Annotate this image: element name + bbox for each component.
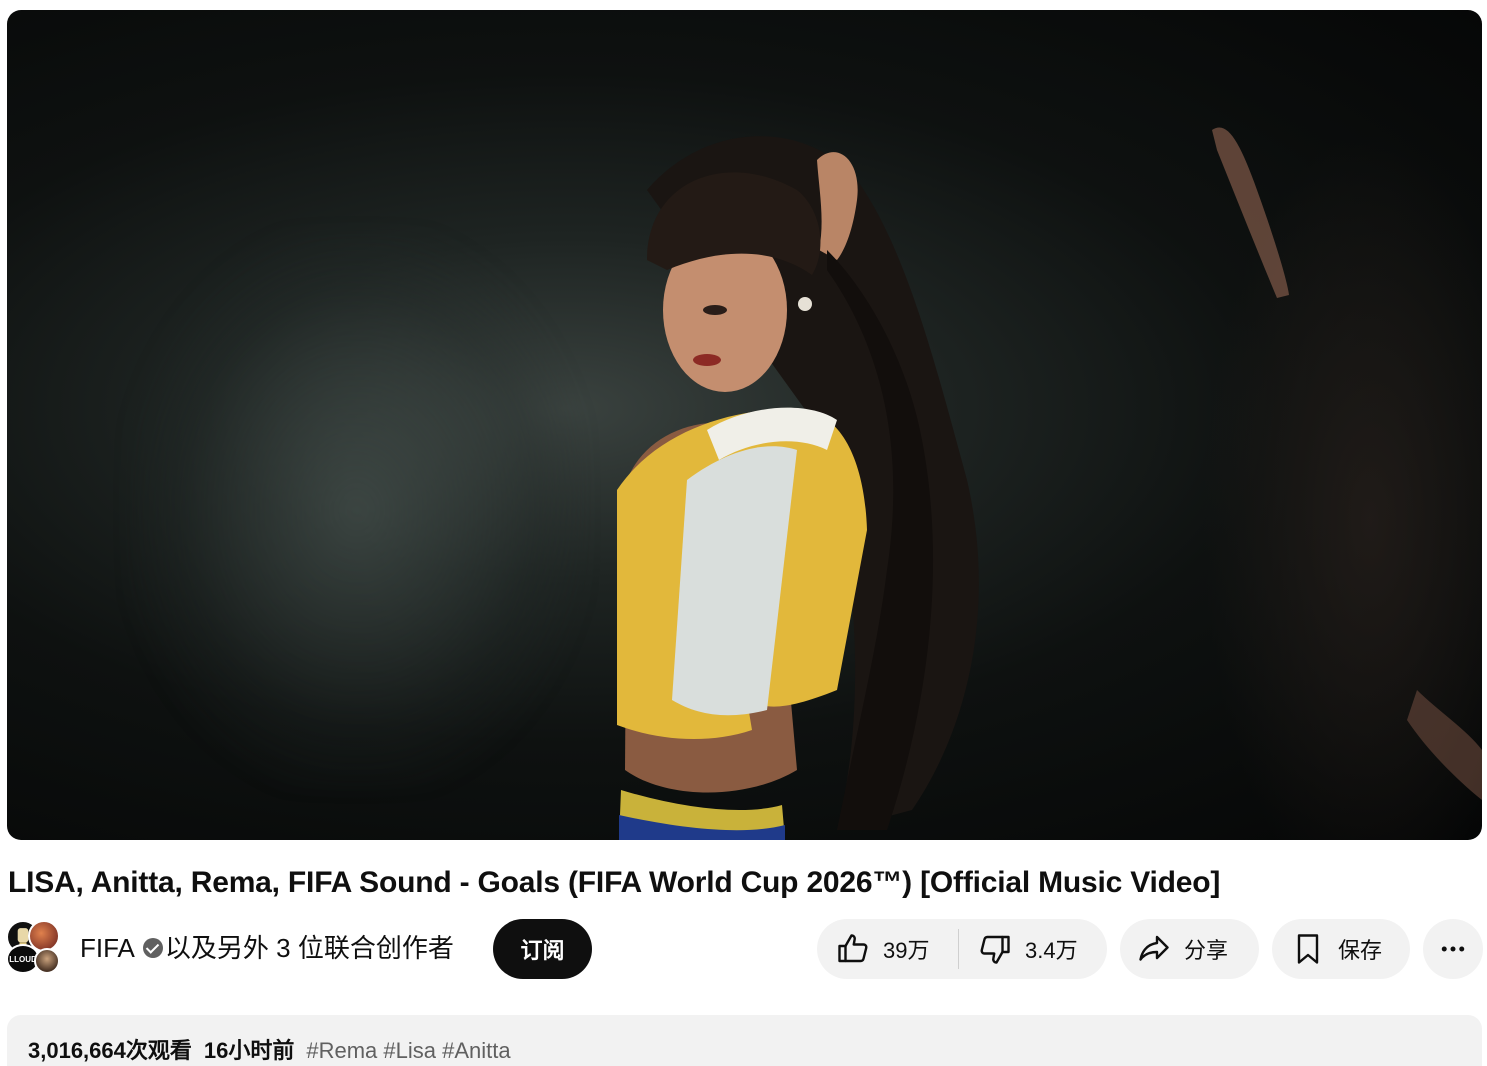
channel-avatar-group[interactable]: LLOUD bbox=[6, 920, 62, 974]
thumbs-down-icon bbox=[980, 935, 1010, 964]
save-label: 保存 bbox=[1338, 938, 1383, 963]
share-label: 分享 bbox=[1184, 938, 1229, 963]
video-frame bbox=[617, 127, 1482, 840]
verified-check-icon bbox=[142, 938, 163, 958]
save-button[interactable]: 保存 bbox=[1272, 919, 1410, 979]
more-horizontal-icon bbox=[1441, 946, 1465, 952]
upload-time: 16小时前 bbox=[203, 1038, 295, 1063]
video-player[interactable] bbox=[7, 10, 1482, 840]
like-button[interactable]: 39万 bbox=[817, 919, 958, 979]
collaborators-link[interactable]: 以及另外 3 位联合创作者 bbox=[165, 932, 454, 964]
thumbs-up-icon bbox=[838, 934, 868, 963]
like-count: 39万 bbox=[883, 938, 930, 963]
description-meta: 3,016,664次观看 16小时前 #Rema #Lisa #Anitta bbox=[28, 1037, 511, 1065]
description-box[interactable]: 3,016,664次观看 16小时前 #Rema #Lisa #Anitta bbox=[7, 1015, 1482, 1066]
dislike-count: 3.4万 bbox=[1025, 938, 1078, 963]
hashtag-link[interactable]: #Lisa bbox=[383, 1038, 436, 1063]
share-arrow-icon bbox=[1139, 935, 1169, 961]
more-actions-button[interactable] bbox=[1423, 919, 1483, 979]
bookmark-icon bbox=[1297, 934, 1319, 964]
channel-name[interactable]: FIFA bbox=[80, 932, 135, 964]
avatar bbox=[34, 948, 60, 974]
dislike-button[interactable]: 3.4万 bbox=[959, 919, 1078, 979]
video-title: LISA, Anitta, Rema, FIFA Sound - Goals (… bbox=[8, 866, 1221, 899]
hashtag-link[interactable]: #Rema bbox=[306, 1038, 377, 1063]
watch-page: LISA, Anitta, Rema, FIFA Sound - Goals (… bbox=[0, 0, 1487, 1066]
hashtag-link[interactable]: #Anitta bbox=[442, 1038, 511, 1063]
channel-name-row[interactable]: FIFA 以及另外 3 位联合创作者 bbox=[80, 932, 454, 964]
share-button[interactable]: 分享 bbox=[1120, 919, 1259, 979]
view-count: 3,016,664次观看 bbox=[28, 1038, 192, 1063]
like-dislike-group: 39万 3.4万 bbox=[817, 919, 1107, 979]
subscribe-button[interactable]: 订阅 bbox=[493, 919, 592, 979]
